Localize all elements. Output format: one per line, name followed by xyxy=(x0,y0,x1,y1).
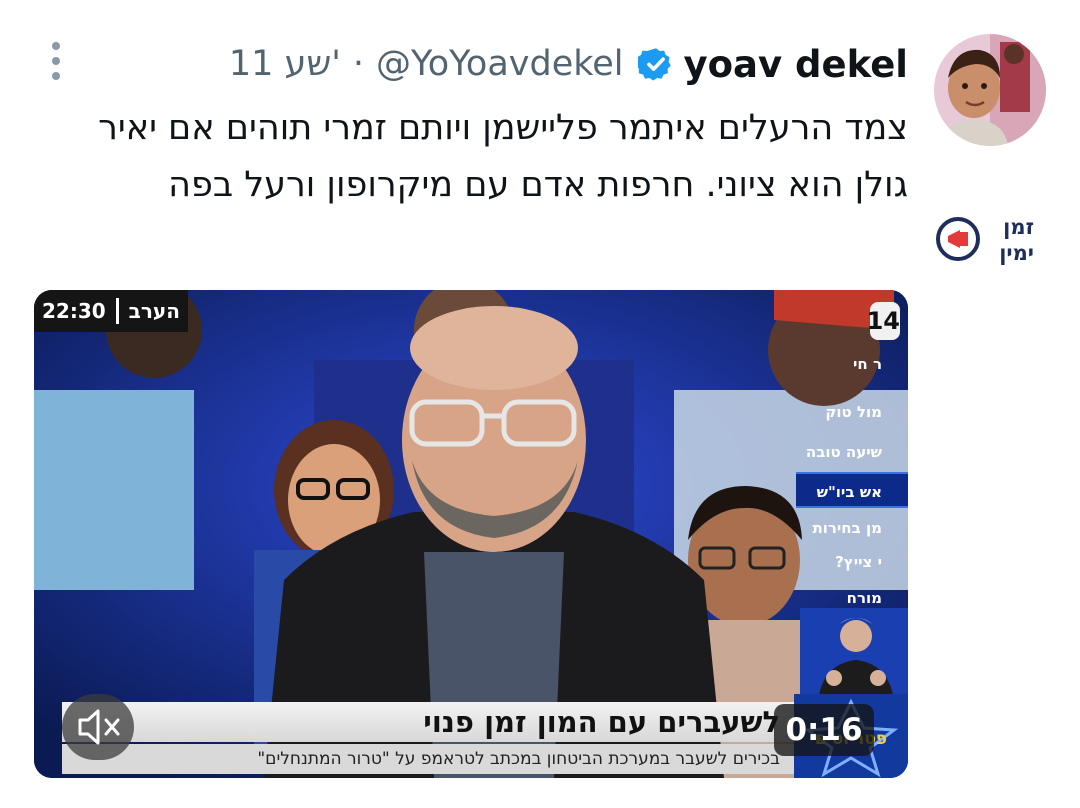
author-handle[interactable]: @YoYoavdekel xyxy=(376,44,623,84)
sign-language-interpreter xyxy=(800,608,908,702)
broadcast-clock: 22:30 הערב xyxy=(34,290,188,332)
broadcast-menu-item: שיעה טובה xyxy=(805,443,882,461)
broadcast-menu-item: י צייץ? xyxy=(835,553,882,571)
tweet-time[interactable]: 11 שע' xyxy=(229,44,341,84)
verified-badge-icon xyxy=(637,48,671,81)
more-options-icon[interactable] xyxy=(44,42,68,82)
tweet-header: 11 שע' · @YoYoavdekel yoav dekel xyxy=(229,38,908,90)
speaker-muted-icon xyxy=(78,709,120,745)
author-name[interactable]: yoav dekel xyxy=(684,43,908,86)
mute-toggle-button[interactable] xyxy=(62,694,134,760)
broadcast-clock-time: 22:30 xyxy=(42,299,106,323)
channel-logo-line2: ימין xyxy=(999,241,1034,265)
lower-third-caption: לשעברים עם המון זמן פנוי בכירים לשעבר במ… xyxy=(62,702,794,776)
broadcast-menu-item: מן בחירות xyxy=(812,519,882,537)
author-avatar[interactable] xyxy=(934,34,1046,146)
broadcast-menu-item: מול טוק xyxy=(825,403,882,421)
broadcast-channel-badge: 14 xyxy=(867,302,900,340)
separator-dot: · xyxy=(352,44,365,84)
tweet-text: צמד הרעלים איתמר פליישמן ויותם זמרי תוהי… xyxy=(98,108,908,205)
video-duration: 0:16 xyxy=(774,704,874,756)
broadcast-clock-label: הערב xyxy=(128,299,180,323)
channel-logo: זמן ימין xyxy=(934,210,1040,268)
lower-third-headline: לשעברים עם המון זמן פנוי xyxy=(62,702,794,742)
broadcast-menu-item-active: אש ביו"ש xyxy=(796,472,908,508)
broadcast-menu-item: ר חי xyxy=(853,355,882,373)
video-player[interactable]: 22:30 הערב 14 ר חי מול טוק שיעה טובה אש … xyxy=(34,290,908,778)
channel-logo-line1: זמן xyxy=(1003,215,1034,239)
broadcast-side-menu: 14 ר חי מול טוק שיעה טובה אש ביו"ש מן בח… xyxy=(796,290,908,610)
lower-third-subline: בכירים לשעבר במערכת הביטחון במכתב לטראמפ… xyxy=(62,744,794,774)
